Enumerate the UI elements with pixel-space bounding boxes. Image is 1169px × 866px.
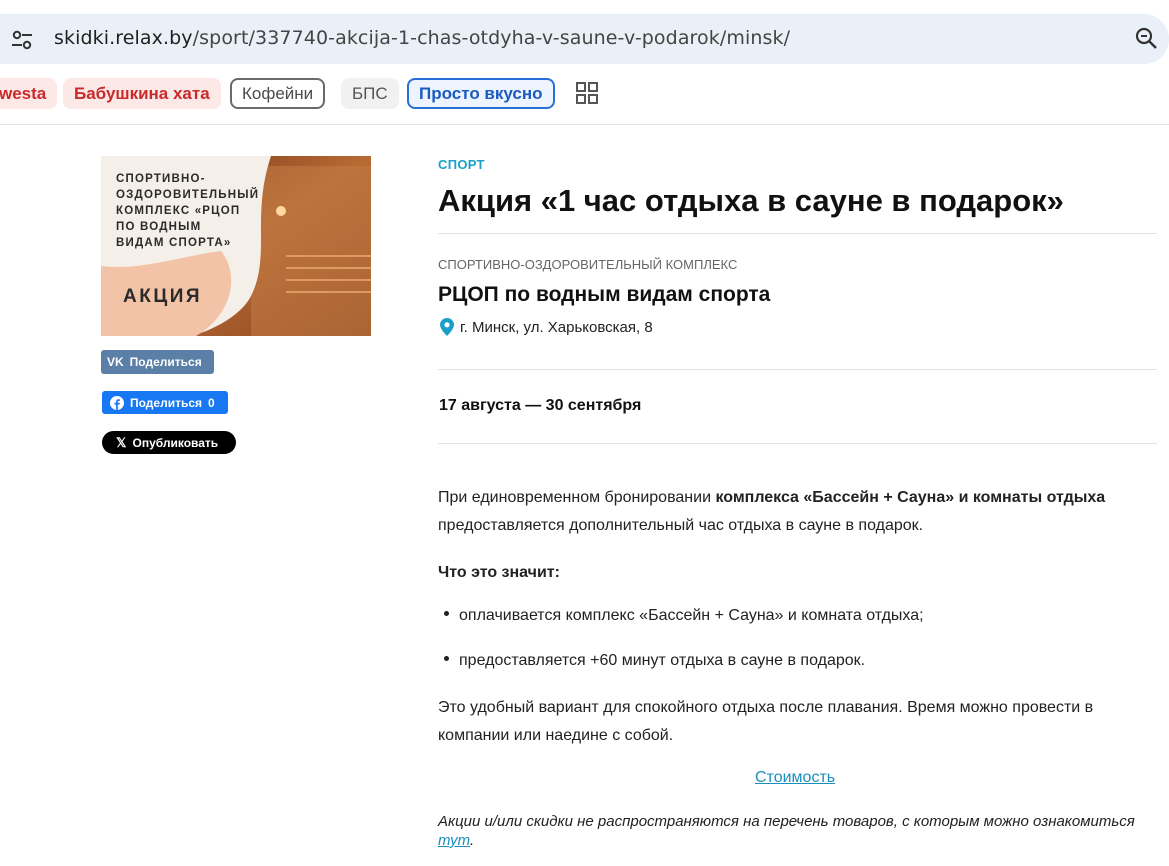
list-item: оплачивается комплекс «Бассейн + Сауна» … (444, 607, 924, 625)
org-type: СПОРТИВНО-ОЗДОРОВИТЕЛЬНЫЙ КОМПЛЕКС (438, 257, 738, 272)
promo-line-3: КОМПЛЕКС «РЦОП (116, 205, 240, 217)
vk-share-label: Поделиться (129, 355, 202, 369)
list-item-text: предоставляется +60 минут отдыха в сауне… (459, 652, 866, 669)
category-label[interactable]: СПОРТ (438, 157, 485, 172)
address: г. Минск, ул. Харьковская, 8 (440, 318, 653, 336)
promo-line-2: ОЗДОРОВИТЕЛЬНЫЙ (116, 188, 259, 201)
divider (438, 443, 1157, 444)
description-text: При единовременном бронировании (438, 489, 716, 506)
bullet-icon (444, 656, 449, 662)
x-logo-icon: 𝕏 (116, 434, 127, 450)
pill-babushkina-hata[interactable]: Бабушкина хата (63, 78, 221, 109)
disclaimer-note: Акции и/или скидки не распространяются н… (438, 812, 1138, 850)
promo-line-1: СПОРТИВНО- (116, 173, 206, 185)
category-pills: westa Бабушкина хата Кофейни БПС Просто … (0, 78, 1169, 110)
x-share-button[interactable]: 𝕏 Опубликовать (102, 431, 236, 454)
map-pin-icon (440, 318, 454, 336)
promo-line-4: ПО ВОДНЫМ (116, 221, 201, 233)
bullet-icon (444, 611, 449, 617)
closing-paragraph: Это удобный вариант для спокойного отдых… (438, 699, 1094, 744)
disclaimer-text: Акции и/или скидки не распространяются н… (438, 813, 1135, 830)
pill-prosto-vkusno[interactable]: Просто вкусно (407, 78, 555, 109)
promo-image: СПОРТИВНО- ОЗДОРОВИТЕЛЬНЫЙ КОМПЛЕКС «РЦО… (101, 156, 371, 336)
pill-westa[interactable]: westa (0, 78, 58, 109)
url-text[interactable]: skidki.relax.by/sport/337740-akcija-1-ch… (54, 27, 790, 49)
cost-link[interactable]: Стоимость (755, 769, 835, 787)
pill-bps[interactable]: БПС (341, 78, 399, 109)
header-divider (0, 124, 1169, 125)
address-text: г. Минск, ул. Харьковская, 8 (460, 318, 653, 336)
list-item-text: оплачивается комплекс «Бассейн + Сауна» … (459, 607, 924, 624)
x-share-label: Опубликовать (132, 435, 219, 450)
fb-share-count: 0 (208, 395, 215, 410)
vk-share-button[interactable]: VK Поделиться (101, 350, 214, 374)
grid-menu-icon[interactable] (576, 82, 598, 104)
list-item: предоставляется +60 минут отдыха в сауне… (444, 652, 865, 670)
zoom-icon[interactable] (1133, 25, 1161, 53)
fb-share-button[interactable]: Поделиться 0 (102, 391, 228, 414)
vk-icon: VK (107, 355, 124, 369)
fb-share-label: Поделиться (130, 395, 203, 410)
promo-dates: 17 августа — 30 сентября (439, 397, 642, 414)
description-text: предоставляется дополнительный час отдых… (438, 517, 924, 534)
url-host: skidki.relax.by (54, 27, 193, 49)
url-path: /sport/337740-akcija-1-chas-otdyha-v-sau… (192, 27, 791, 49)
description-paragraph: При единовременном бронировании комплекс… (438, 484, 1158, 540)
divider (438, 369, 1157, 370)
pill-kofeini[interactable]: Кофейни (230, 78, 326, 109)
promo-line-5: ВИДАМ СПОРТА» (116, 237, 231, 249)
promo-badge: АКЦИЯ (123, 286, 202, 307)
disclaimer-text: . (470, 832, 475, 849)
org-name[interactable]: РЦОП по водным видам спорта (438, 283, 770, 307)
page-title: Акция «1 час отдыха в сауне в подарок» (438, 183, 1064, 218)
site-info-icon[interactable] (8, 26, 36, 54)
what-it-means-heading: Что это значит: (438, 564, 560, 581)
divider (438, 233, 1157, 234)
facebook-icon (110, 395, 124, 410)
disclaimer-link[interactable]: тут (438, 832, 470, 849)
address-bar[interactable]: skidki.relax.by/sport/337740-akcija-1-ch… (0, 14, 1169, 64)
description-bold: комплекса «Бассейн + Сауна» и комнаты от… (715, 489, 1106, 506)
browser-toolbar: skidki.relax.by/sport/337740-akcija-1-ch… (0, 0, 1169, 70)
